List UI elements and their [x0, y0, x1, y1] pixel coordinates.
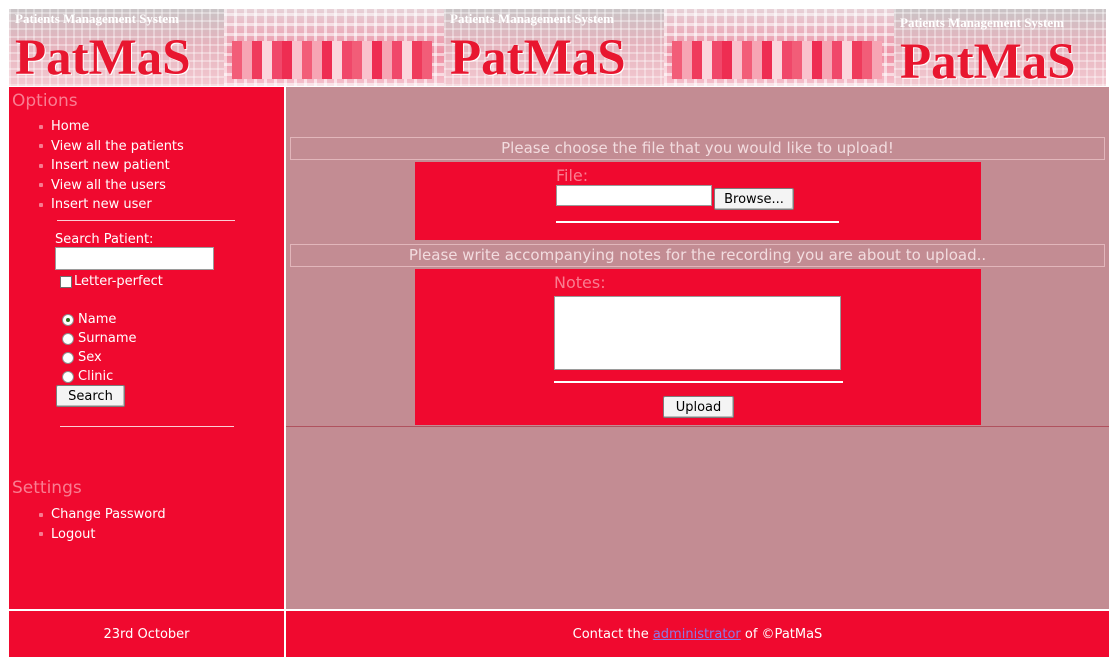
divider	[286, 426, 1109, 427]
menu-item-insert-user[interactable]: Insert new user	[39, 195, 184, 215]
menu-item-label: Insert new patient	[51, 158, 170, 173]
settings-menu: Change Password Logout	[39, 505, 166, 544]
browse-button[interactable]: Browse...	[714, 188, 794, 210]
notes-textarea[interactable]	[554, 296, 841, 370]
divider	[57, 220, 235, 221]
radio-clinic-row[interactable]: Clinic	[62, 369, 113, 384]
menu-item-view-patients[interactable]: View all the patients	[39, 137, 184, 157]
file-label: File:	[556, 166, 588, 185]
menu-item-label: Insert new user	[51, 197, 152, 212]
menu-item-change-password[interactable]: Change Password	[39, 505, 166, 525]
options-title: Options	[12, 91, 78, 111]
banner-pattern-1	[224, 9, 444, 86]
file-panel: File: Browse...	[415, 162, 981, 240]
radio-surname[interactable]	[62, 333, 74, 345]
divider	[60, 426, 234, 427]
radio-sex-row[interactable]: Sex	[62, 350, 102, 365]
radio-label: Surname	[78, 331, 136, 346]
banner-logo-text: PatMaS	[450, 33, 626, 84]
footer-contact: Contact the administrator of ©PatMaS	[286, 611, 1109, 657]
menu-item-view-users[interactable]: View all the users	[39, 176, 184, 196]
bullet-icon	[39, 164, 43, 168]
notes-label: Notes:	[554, 273, 606, 292]
menu-item-label: Logout	[51, 527, 96, 542]
header-banner: Patients Management System PatMaS Patien…	[9, 9, 1106, 86]
bullet-icon	[39, 183, 43, 187]
radio-label: Name	[78, 312, 116, 327]
contact-prefix: Contact the	[573, 627, 653, 642]
search-button[interactable]: Search	[56, 385, 125, 407]
upload-button[interactable]: Upload	[663, 396, 734, 418]
menu-item-logout[interactable]: Logout	[39, 525, 166, 545]
banner-subtitle: Patients Management System	[450, 11, 614, 27]
banner-logo-text: PatMaS	[900, 37, 1076, 86]
contact-suffix: of ©PatMaS	[741, 627, 823, 642]
notes-panel: Notes: Upload	[415, 269, 981, 425]
file-path-input[interactable]	[556, 185, 712, 206]
banner-pattern-2	[664, 9, 894, 86]
date-text: 23rd October	[103, 627, 189, 642]
radio-name[interactable]	[62, 314, 74, 326]
banner-subtitle: Patients Management System	[15, 11, 179, 27]
divider	[554, 381, 843, 383]
menu-item-label: Home	[51, 119, 89, 134]
menu-item-label: Change Password	[51, 507, 166, 522]
pixel-logo-2	[672, 41, 882, 79]
settings-title: Settings	[12, 478, 82, 498]
options-menu: Home View all the patients Insert new pa…	[39, 117, 184, 215]
bullet-icon	[39, 125, 43, 129]
menu-item-label: View all the users	[51, 178, 166, 193]
administrator-link[interactable]: administrator	[653, 627, 741, 642]
sidebar: Options Home View all the patients Inser…	[9, 87, 284, 609]
banner-logo-3: Patients Management System PatMaS	[894, 9, 1106, 86]
menu-item-home[interactable]: Home	[39, 117, 184, 137]
pixel-logo-1	[232, 41, 432, 79]
banner-logo-2: Patients Management System PatMaS	[444, 9, 664, 86]
radio-name-row[interactable]: Name	[62, 312, 116, 327]
radio-clinic[interactable]	[62, 371, 74, 383]
main-content: Please choose the file that you would li…	[286, 87, 1109, 609]
bullet-icon	[39, 144, 43, 148]
divider	[556, 221, 839, 223]
letter-perfect-label: Letter-perfect	[74, 274, 163, 289]
bullet-icon	[39, 532, 43, 536]
radio-label: Sex	[78, 350, 102, 365]
letter-perfect-checkbox[interactable]	[60, 276, 72, 288]
search-patient-label: Search Patient:	[55, 232, 153, 247]
notes-prompt-bar: Please write accompanying notes for the …	[290, 244, 1105, 267]
banner-subtitle: Patients Management System	[900, 15, 1064, 31]
letter-perfect-row[interactable]: Letter-perfect	[60, 274, 163, 289]
bullet-icon	[39, 513, 43, 517]
radio-label: Clinic	[78, 369, 113, 384]
banner-logo-text: PatMaS	[15, 33, 191, 84]
file-prompt-bar: Please choose the file that you would li…	[290, 137, 1105, 160]
banner-logo-1: Patients Management System PatMaS	[9, 9, 224, 86]
menu-item-label: View all the patients	[51, 139, 184, 154]
search-patient-input[interactable]	[55, 247, 214, 270]
radio-sex[interactable]	[62, 352, 74, 364]
footer-date: 23rd October	[9, 611, 284, 657]
menu-item-insert-patient[interactable]: Insert new patient	[39, 156, 184, 176]
radio-surname-row[interactable]: Surname	[62, 331, 136, 346]
bullet-icon	[39, 203, 43, 207]
